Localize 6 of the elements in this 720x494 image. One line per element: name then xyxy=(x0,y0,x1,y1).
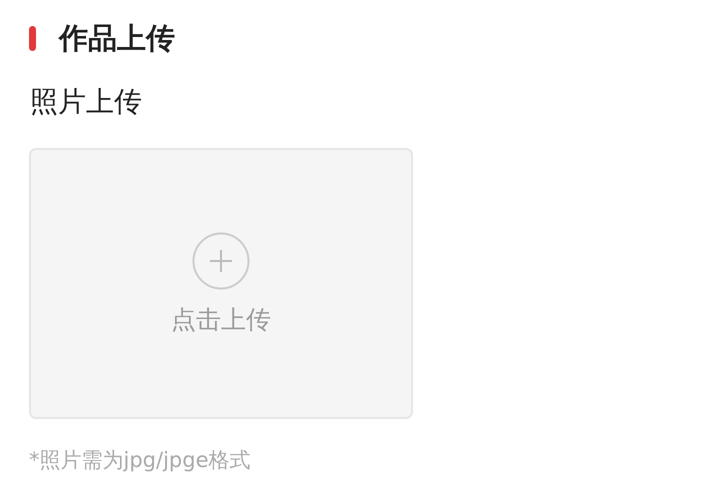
section-title: 作品上传 xyxy=(59,20,175,56)
title-accent-bar xyxy=(29,26,36,50)
format-note: *照片需为jpg/jpge格式 xyxy=(29,447,250,473)
field-label: 照片上传 xyxy=(30,84,142,120)
upload-button[interactable]: 点击上传 xyxy=(29,148,413,419)
plus-icon xyxy=(192,232,250,290)
